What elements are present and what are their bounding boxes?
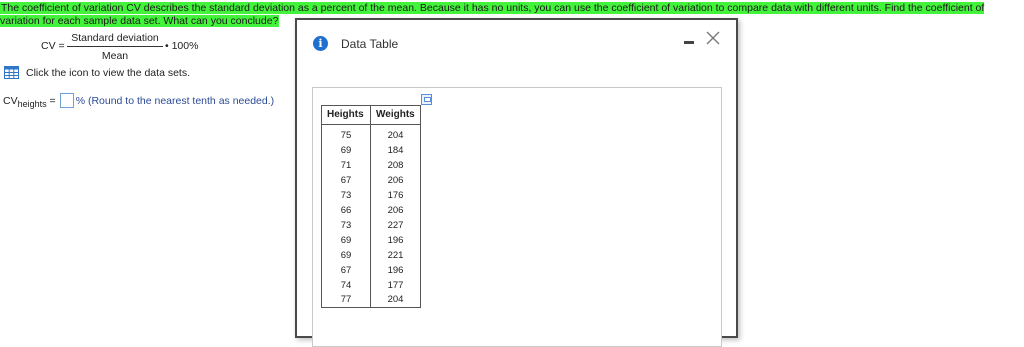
table-grid-icon[interactable]	[4, 66, 19, 79]
table-row: 71 208	[321, 157, 421, 173]
table-row: 74 177	[321, 277, 421, 293]
data-panel: Heights Weights 75 204 69 184 71 208 67 …	[312, 87, 722, 347]
weight-cell: 204	[387, 130, 404, 142]
formula-denominator: Mean	[101, 50, 129, 62]
weight-cell: 196	[387, 264, 404, 276]
table-row: 69 196	[321, 232, 421, 248]
table-row: 67 206	[321, 172, 421, 188]
height-cell: 66	[321, 202, 371, 218]
weight-cell: 196	[387, 234, 404, 246]
copy-icon[interactable]	[421, 94, 432, 105]
formula-lhs: CV =	[41, 40, 65, 52]
cv-heights-answer-row: CV heights = % (Round to the nearest tent…	[3, 93, 275, 109]
cv-heights-input[interactable]	[59, 93, 74, 108]
height-cell: 75	[321, 124, 371, 143]
cv-label-subscript: heights	[17, 99, 47, 109]
cv-equals: =	[49, 95, 56, 107]
weight-cell: 206	[387, 174, 404, 186]
height-cell: 77	[321, 292, 371, 308]
height-cell: 69	[321, 247, 371, 263]
table-row: 69 184	[321, 142, 421, 158]
height-cell: 69	[321, 142, 371, 158]
weight-cell: 184	[387, 144, 404, 156]
formula-fraction: Standard deviation Mean	[67, 32, 163, 62]
table-row: 77 204	[321, 292, 421, 308]
view-data-prompt: Click the icon to view the data sets.	[4, 66, 190, 79]
weights-header: Weights	[370, 105, 421, 125]
weight-cell: 208	[387, 159, 404, 171]
height-cell: 73	[321, 187, 371, 203]
height-cell: 71	[321, 157, 371, 173]
weight-cell: 177	[387, 279, 404, 291]
height-cell: 73	[321, 217, 371, 233]
table-header-row: Heights Weights	[321, 105, 421, 125]
height-cell: 74	[321, 277, 371, 293]
table-row: 66 206	[321, 202, 421, 218]
formula-rhs: • 100%	[165, 40, 199, 52]
table-row: 73 227	[321, 217, 421, 233]
height-cell: 67	[321, 172, 371, 188]
weight-cell: 221	[387, 249, 404, 261]
weight-cell: 206	[387, 204, 404, 216]
dialog-title: Data Table	[341, 37, 399, 51]
weight-cell: 227	[387, 219, 404, 231]
data-table: Heights Weights 75 204 69 184 71 208 67 …	[321, 105, 421, 308]
table-row: 69 221	[321, 247, 421, 263]
weight-cell: 176	[387, 189, 404, 201]
height-cell: 67	[321, 262, 371, 278]
table-row: 73 176	[321, 187, 421, 203]
cv-label: CV	[3, 95, 18, 107]
view-data-label: Click the icon to view the data sets.	[26, 66, 190, 79]
rounding-hint: % (Round to the nearest tenth as needed.…	[75, 95, 275, 107]
close-icon[interactable]	[706, 31, 720, 45]
table-row: 67 196	[321, 262, 421, 278]
minimize-icon[interactable]	[684, 41, 694, 44]
table-row: 75 204	[321, 124, 421, 143]
dialog-header: i Data Table	[297, 20, 736, 60]
height-cell: 69	[321, 232, 371, 248]
formula-numerator: Standard deviation	[67, 32, 163, 47]
data-table-dialog: i Data Table Heights Weights 75 204 69 1…	[295, 18, 738, 347]
weight-cell: 204	[387, 294, 404, 306]
info-icon: i	[313, 36, 328, 51]
heights-header: Heights	[321, 105, 371, 125]
